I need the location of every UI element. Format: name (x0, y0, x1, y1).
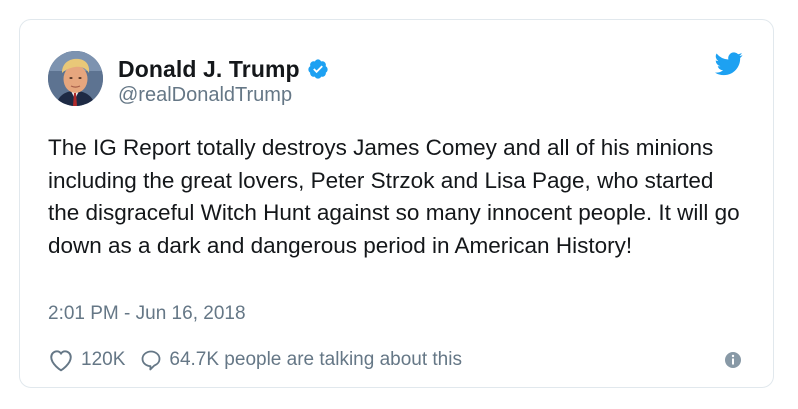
twitter-bird-icon[interactable] (715, 52, 743, 76)
tweet-card[interactable]: Donald J. Trump @realDonaldTrump The IG … (19, 19, 774, 388)
avatar[interactable] (48, 51, 103, 106)
like-button[interactable]: 120K (48, 348, 125, 372)
author-name-row[interactable]: Donald J. Trump (118, 54, 329, 84)
tweet-text: The IG Report totally destroys James Com… (48, 135, 740, 258)
verified-badge-icon (307, 58, 329, 80)
heart-icon (48, 348, 74, 372)
author-handle[interactable]: @realDonaldTrump (118, 84, 292, 107)
speech-bubble-icon (139, 348, 163, 372)
talking-count: 64.7K people are talking about this (169, 349, 462, 370)
like-count: 120K (81, 349, 126, 370)
display-name[interactable]: Donald J. Trump (118, 56, 300, 83)
conversation-button[interactable]: 64.7K people are talking about this (139, 348, 462, 372)
info-icon[interactable] (724, 351, 742, 369)
tweet-actions: 120K 64.7K people are talking about this (48, 345, 462, 375)
tweet-timestamp[interactable]: 2:01 PM - Jun 16, 2018 (48, 303, 246, 325)
